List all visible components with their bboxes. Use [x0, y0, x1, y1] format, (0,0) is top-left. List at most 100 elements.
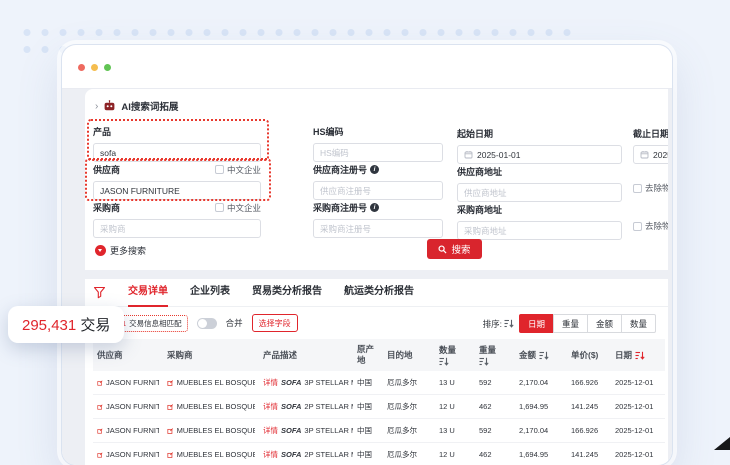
table-row[interactable]: JASON FURNITURE MUEBLES EL BOSQUE S.A 详情… [93, 395, 665, 419]
detail-link[interactable]: 详情 [263, 450, 278, 459]
external-link-icon [97, 379, 103, 387]
supplier-link[interactable]: JASON FURNITURE [106, 426, 159, 435]
supplier-label: 供应商 [93, 163, 120, 176]
sort-chip-amount[interactable]: 金额 [587, 314, 622, 333]
sort-chip-quantity[interactable]: 数量 [621, 314, 656, 333]
header-origin: 原产地 [353, 339, 383, 371]
exclude-logistics-buyer-label: 去除物流商 [645, 220, 668, 232]
buyer-link[interactable]: MUEBLES EL BOSQUE S.A [177, 378, 255, 387]
maximize-window-button[interactable] [104, 64, 111, 71]
detail-link[interactable]: 详情 [263, 378, 278, 387]
header-amount-sort[interactable]: 金额 [515, 339, 567, 371]
supplier-reg-input[interactable] [313, 181, 443, 200]
buyer-reg-input[interactable] [313, 219, 443, 238]
sort-chip-date[interactable]: 日期 [519, 314, 554, 333]
table-row[interactable]: JASON FURNITURE MUEBLES EL BOSQUE S.A 详情… [93, 443, 665, 465]
match-text: 交易信息相匹配 [129, 318, 182, 329]
table-row[interactable]: JASON FURNITURE MUEBLES EL BOSQUE S.A 详情… [93, 371, 665, 395]
buyer-chinese-company-checkbox[interactable] [215, 203, 224, 212]
calendar-icon [464, 150, 473, 159]
supplier-reg-label: 供应商注册号 [313, 163, 367, 176]
exclude-logistics-buyer-checkbox[interactable] [633, 222, 642, 231]
buyer-link[interactable]: MUEBLES EL BOSQUE S.A [177, 450, 255, 459]
window-titlebar [62, 45, 672, 88]
sort-icon [439, 357, 449, 366]
sort-label: 排序: [483, 318, 502, 330]
chevron-right-icon: › [95, 101, 98, 112]
callout-count: 295,431 [22, 317, 76, 334]
exclude-logistics-supplier-checkbox[interactable] [633, 184, 642, 193]
header-buyer: 采购商 [163, 339, 259, 371]
supplier-address-input[interactable] [457, 183, 622, 202]
external-link-icon [97, 451, 103, 459]
end-date-label: 截止日期 [633, 127, 668, 140]
buyer-address-input[interactable] [457, 221, 622, 240]
select-fields-button[interactable]: 选择字段 [252, 314, 298, 332]
table-row[interactable]: JASON FURNITURE MUEBLES EL BOSQUE S.A 详情… [93, 419, 665, 443]
search-button-label: 搜索 [451, 242, 470, 256]
tab-transaction-details[interactable]: 交易详单 [128, 279, 168, 307]
end-date-input[interactable]: 2025 [633, 145, 668, 164]
detail-link[interactable]: 详情 [263, 426, 278, 435]
app-window: › AI搜索词拓展 产品 供应商 [62, 45, 672, 465]
search-button[interactable]: 搜索 [427, 239, 482, 259]
buyer-link[interactable]: MUEBLES EL BOSQUE S.A [177, 426, 255, 435]
supplier-chinese-company-checkbox[interactable] [215, 165, 224, 174]
sort-icon [539, 351, 549, 360]
external-link-icon [167, 379, 174, 387]
robot-icon [103, 100, 116, 112]
external-link-icon [167, 403, 174, 411]
hs-code-input[interactable] [313, 143, 443, 162]
supplier-link[interactable]: JASON FURNITURE [106, 378, 159, 387]
search-icon [438, 245, 447, 254]
external-link-icon [167, 451, 174, 459]
detail-link[interactable]: 详情 [263, 402, 278, 411]
callout-suffix: 交易 [80, 317, 110, 334]
minimize-window-button[interactable] [91, 64, 98, 71]
buyer-input[interactable] [93, 219, 261, 238]
exclude-logistics-supplier-label: 去除物流商 [645, 182, 668, 194]
more-search-label: 更多搜索 [110, 244, 146, 257]
start-date-input[interactable]: 2025-01-01 [457, 145, 622, 164]
start-date-value: 2025-01-01 [477, 150, 520, 160]
supplier-link[interactable]: JASON FURNITURE [106, 450, 159, 459]
calendar-icon [640, 150, 649, 159]
tab-company-list[interactable]: 企业列表 [190, 279, 230, 307]
more-search-toggle[interactable]: 更多搜索 [95, 244, 146, 257]
header-unit-price: 单价($) [567, 339, 611, 371]
buyer-link[interactable]: MUEBLES EL BOSQUE S.A [177, 402, 255, 411]
header-supplier: 供应商 [93, 339, 163, 371]
tab-trade-analysis-report[interactable]: 贸易类分析报告 [252, 279, 322, 307]
header-product: 产品描述 [259, 339, 353, 371]
header-date-sort[interactable]: 日期 [611, 339, 665, 371]
sort-chip-group: 日期 重量 金额 数量 [519, 314, 656, 333]
start-date-label: 起始日期 [457, 127, 493, 140]
cursor-corner-triangle [714, 437, 730, 450]
supplier-input[interactable] [93, 181, 261, 200]
buyer-chinese-company-label: 中文企业 [227, 202, 261, 214]
results-card: 交易详单 企业列表 贸易类分析报告 航运类分析报告 295,431 交易信息相匹… [85, 279, 668, 465]
tab-shipping-analysis-report[interactable]: 航运类分析报告 [344, 279, 414, 307]
chevron-down-circle-icon [95, 245, 106, 256]
ai-expand-label: AI搜索词拓展 [121, 99, 178, 113]
product-input[interactable] [93, 143, 261, 162]
close-window-button[interactable] [78, 64, 85, 71]
end-date-value: 2025 [653, 150, 668, 160]
supplier-link[interactable]: JASON FURNITURE [106, 402, 159, 411]
filter-funnel-icon[interactable] [93, 286, 106, 299]
external-link-icon [97, 427, 103, 435]
tab-bar: 交易详单 企业列表 贸易类分析报告 航运类分析报告 [85, 279, 668, 307]
match-count-callout: 295,431 交易 [8, 306, 124, 343]
header-quantity-sort[interactable]: 数量 [435, 339, 475, 371]
merge-toggle[interactable] [197, 318, 217, 329]
sort-chip-weight[interactable]: 重量 [553, 314, 588, 333]
ai-search-expand[interactable]: › AI搜索词拓展 [95, 99, 178, 113]
window-content: › AI搜索词拓展 产品 供应商 [62, 88, 672, 465]
transactions-table: 供应商 采购商 产品描述 原产地 目的地 数量 重量 金额 单价($) 日期 J [93, 339, 665, 465]
sort-icon [504, 319, 514, 328]
header-weight-sort[interactable]: 重量 [475, 339, 515, 371]
search-form-card: › AI搜索词拓展 产品 供应商 [85, 89, 668, 270]
table-header-row: 供应商 采购商 产品描述 原产地 目的地 数量 重量 金额 单价($) 日期 [93, 339, 665, 371]
info-icon: i [370, 165, 379, 174]
merge-label: 合并 [226, 317, 243, 329]
